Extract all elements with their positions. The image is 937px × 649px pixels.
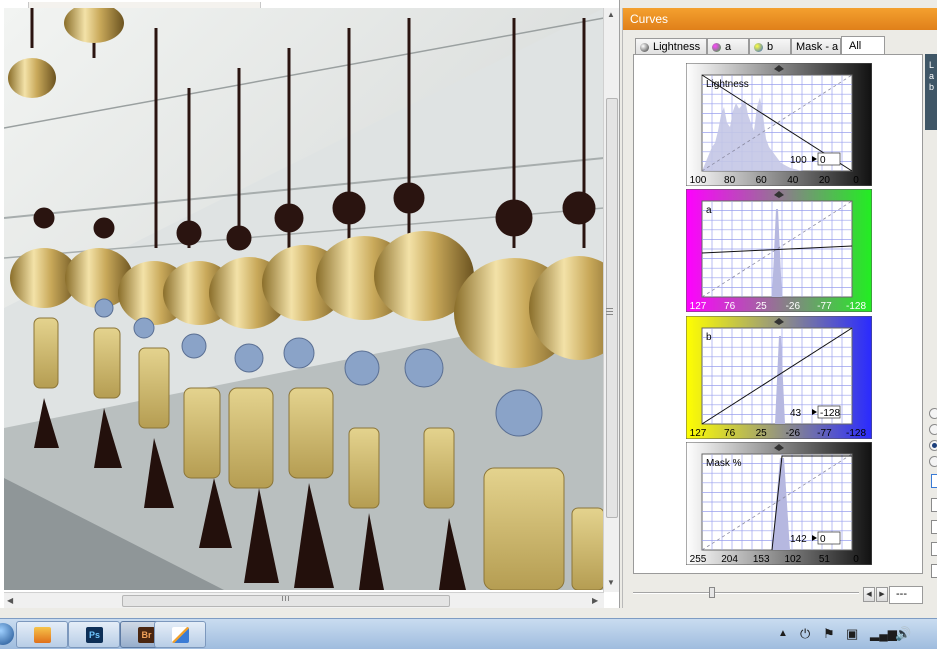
option-check-2[interactable] [931,498,937,512]
device-icon[interactable]: ▣ [846,627,858,641]
taskbar-explorer[interactable] [16,621,68,648]
screen: ▲ ▼ ◀ ▶ Curves Lightness a b Mask - a Al… [0,0,937,649]
axis-tick-label: 20 [819,175,831,186]
axis-tick-label: 25 [756,301,768,312]
curve-name: Lightness [706,79,749,90]
horizontal-scroll-thumb[interactable] [122,595,450,607]
curves-tabs: Lightness a b Mask - a All [635,36,885,56]
slider-track [633,592,859,594]
taskbar: Ps Br ▲ ⏻ ⚑ ▣ ▂▄▆ 🔊 [0,618,937,649]
curve-canvas[interactable]: Mask % 142 0 255 204 153 102 51 0 [686,442,872,565]
axis-tick-label: -128 [846,428,866,439]
a-ball-icon [712,43,721,52]
grip-icon [282,596,283,601]
notes-icon [172,627,189,643]
option-radio-1[interactable] [929,408,937,419]
step-left-icon[interactable]: ◀ [863,587,875,602]
curve-canvas[interactable]: a 127 76 25 -26 -77 -128 [686,189,872,312]
start-orb-icon[interactable] [0,623,14,645]
volume-icon[interactable]: 🔊 [895,627,911,641]
axis-tick-label: 204 [721,554,738,565]
taskbar-photoshop[interactable]: Ps [68,621,120,648]
axis-tick-label: 60 [756,175,768,186]
flag-icon[interactable]: ⚑ [823,627,835,641]
option-check-3[interactable] [931,520,937,534]
axis-tick-label: -128 [846,301,866,312]
option-check-1[interactable] [931,474,937,488]
axis-tick-label: 76 [724,301,736,312]
axis-tick-label: 127 [690,428,707,439]
signal-icon[interactable]: ▂▄▆ [870,627,897,641]
curve-name: b [706,332,712,343]
axis-tick-label: 255 [690,554,707,565]
power-icon[interactable]: ⏻ [800,627,810,641]
curve-canvas[interactable]: b 43 -128 127 76 25 -26 -77 -128 [686,316,872,439]
curve-name: a [706,205,712,216]
axis-tick-label: 40 [787,175,799,186]
axis-tick-label: 25 [756,428,768,439]
lightness-curve[interactable]: Lightness 100 0 100 80 60 40 20 0 [686,63,872,186]
axis-tick-label: 51 [819,554,831,565]
axis-tick-label: 0 [853,554,859,565]
lightness-ball-icon [640,43,649,52]
value-box[interactable]: --- [889,586,923,604]
readout-output[interactable]: 0 [820,155,826,166]
document-tab-strip [0,0,619,9]
option-check-4[interactable] [931,542,937,556]
taskbar-notes[interactable] [154,621,206,648]
bridge-icon: Br [138,627,155,643]
axis-tick-label: 153 [753,554,770,565]
grip-icon [606,308,613,309]
curve-name: Mask % [706,458,742,469]
slider-knob[interactable] [709,587,715,598]
curves-panel: Curves Lightness a b Mask - a All Lightn [622,8,937,608]
curves-stack: Lightness 100 0 100 80 60 40 20 0 a 127 76 25 -26 -77… [633,54,923,574]
axis-tick-label: -77 [817,428,832,439]
photo-wind-chimes [4,8,604,590]
option-radio-2[interactable] [929,424,937,435]
lab-side-tab[interactable]: Lab [925,54,937,130]
b-curve[interactable]: b 43 -128 127 76 25 -26 -77 -128 [686,316,872,439]
tab-all[interactable]: All [841,36,885,56]
scroll-left-icon[interactable]: ◀ [7,596,13,605]
curve-canvas[interactable]: Lightness 100 0 100 80 60 40 20 0 [686,63,872,186]
readout-input: 43 [790,408,802,419]
scroll-right-icon[interactable]: ▶ [592,596,598,605]
curves-slider[interactable] [633,584,861,602]
tray-expand-icon[interactable]: ▲ [778,627,788,641]
a-curve[interactable]: a 127 76 25 -26 -77 -128 [686,189,872,312]
axis-tick-label: -77 [817,301,832,312]
axis-tick-label: -26 [786,301,801,312]
horizontal-scrollbar[interactable]: ◀ ▶ [4,592,604,608]
vertical-scrollbar[interactable]: ▲ ▼ [603,8,619,592]
axis-tick-label: 76 [724,428,736,439]
axis-tick-label: -26 [786,428,801,439]
readout-output[interactable]: -128 [820,408,840,419]
scroll-down-icon[interactable]: ▼ [607,578,615,587]
panel-title: Curves [623,8,937,30]
scroll-up-icon[interactable]: ▲ [607,10,615,19]
image-viewport[interactable]: ▲ ▼ ◀ ▶ [0,0,620,608]
readout-output[interactable]: 0 [820,534,826,545]
mask-curve[interactable]: Mask % 142 0 255 204 153 102 51 0 [686,442,872,565]
readout-input: 142 [790,534,807,545]
axis-tick-label: 127 [690,301,707,312]
option-radio-3[interactable] [929,440,937,451]
explorer-icon [34,627,51,643]
tab-label: All [849,40,862,52]
option-check-5[interactable] [931,564,937,578]
axis-tick-label: 0 [853,175,859,186]
photoshop-icon: Ps [86,627,103,643]
b-ball-icon [754,43,763,52]
axis-tick-label: 100 [690,175,707,186]
axis-tick-label: 80 [724,175,736,186]
step-right-icon[interactable]: ▶ [876,587,888,602]
axis-tick-label: 102 [784,554,801,565]
option-radio-4[interactable] [929,456,937,467]
readout-input: 100 [790,155,807,166]
